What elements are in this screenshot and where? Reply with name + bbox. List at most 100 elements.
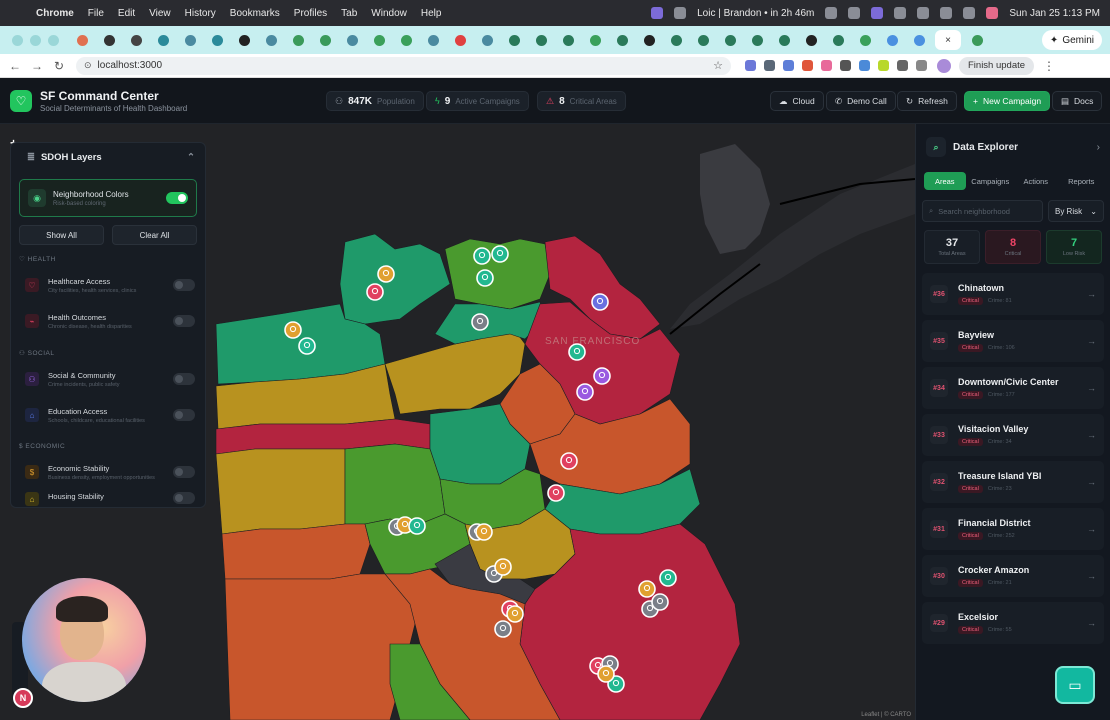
browser-tab[interactable] bbox=[125, 30, 147, 50]
neighborhood-shape[interactable] bbox=[344, 443, 446, 525]
extension-icon[interactable] bbox=[878, 60, 889, 71]
browser-tab[interactable] bbox=[908, 30, 930, 50]
neighborhood-shape[interactable] bbox=[221, 523, 371, 580]
area-list-item[interactable]: #31 Financial District Critical Crime: 252 → bbox=[922, 508, 1104, 550]
tab-campaigns[interactable]: Campaigns bbox=[970, 172, 1012, 190]
map-pin-icon[interactable] bbox=[476, 269, 494, 287]
map-pin-icon[interactable] bbox=[638, 580, 656, 598]
map-pin-icon[interactable] bbox=[576, 383, 594, 401]
menu-view[interactable]: View bbox=[149, 8, 171, 19]
economic-stability-toggle[interactable] bbox=[173, 466, 195, 478]
education-access-toggle[interactable] bbox=[173, 409, 195, 421]
health-outcomes-toggle[interactable] bbox=[173, 315, 195, 327]
browser-tab[interactable] bbox=[260, 30, 282, 50]
browser-tab[interactable] bbox=[341, 30, 363, 50]
browser-tab[interactable] bbox=[287, 30, 309, 50]
chevron-up-icon[interactable]: ⌃ bbox=[187, 152, 195, 163]
browser-tab[interactable] bbox=[692, 30, 714, 50]
menu-edit[interactable]: Edit bbox=[118, 8, 135, 19]
area-list-item[interactable]: #35 Bayview Critical Crime: 106 → bbox=[922, 320, 1104, 362]
browser-tab[interactable] bbox=[854, 30, 876, 50]
map-pin-icon[interactable] bbox=[651, 593, 669, 611]
browser-tab[interactable] bbox=[314, 30, 336, 50]
browser-tab[interactable] bbox=[584, 30, 606, 50]
layer-social-community[interactable]: ⚇ Social & Community Crime incidents, pub… bbox=[11, 361, 205, 397]
wifi-icon[interactable] bbox=[940, 7, 953, 19]
search-icon[interactable] bbox=[963, 7, 976, 19]
menu-app[interactable]: Chrome bbox=[36, 8, 74, 19]
neighborhood-colors-card[interactable]: ◉ Neighborhood Colors Risk-based colorin… bbox=[19, 179, 197, 217]
map-pin-icon[interactable] bbox=[591, 293, 609, 311]
map-attribution[interactable]: Leaflet | © CARTO bbox=[861, 712, 911, 718]
browser-tab[interactable] bbox=[503, 30, 525, 50]
extension-icon[interactable] bbox=[783, 60, 794, 71]
browser-tab[interactable] bbox=[827, 30, 849, 50]
extension-icon[interactable] bbox=[859, 60, 870, 71]
forward-icon[interactable]: → bbox=[30, 59, 44, 73]
extension-icon[interactable] bbox=[821, 60, 832, 71]
browser-tab[interactable] bbox=[98, 30, 120, 50]
menu-tab[interactable]: Tab bbox=[341, 8, 357, 19]
area-list-item[interactable]: #33 Visitacion Valley Critical Crime: 34 → bbox=[922, 414, 1104, 456]
refresh-button[interactable]: ↻ Refresh bbox=[897, 91, 957, 111]
map-pin-icon[interactable] bbox=[298, 337, 316, 355]
browser-tab[interactable] bbox=[530, 30, 552, 50]
circle-icon[interactable] bbox=[848, 7, 861, 19]
finish-update-button[interactable]: Finish update bbox=[959, 56, 1035, 75]
menu-help[interactable]: Help bbox=[421, 8, 442, 19]
area-list-item[interactable]: #36 Chinatown Critical Crime: 81 → bbox=[922, 273, 1104, 315]
reload-icon[interactable]: ↻ bbox=[52, 59, 66, 73]
area-list-item[interactable]: #30 Crocker Amazon Critical Crime: 21 → bbox=[922, 555, 1104, 597]
housing-stability-toggle[interactable] bbox=[173, 492, 195, 504]
tab-active[interactable]: × bbox=[935, 30, 961, 50]
siri-icon[interactable] bbox=[986, 7, 999, 19]
browser-tab[interactable] bbox=[233, 30, 255, 50]
bookmark-star-icon[interactable]: ☆ bbox=[713, 59, 723, 72]
layer-healthcare-access[interactable]: ♡ Healthcare Access City facilities, heal… bbox=[11, 267, 205, 303]
area-list-item[interactable]: #34 Downtown/Civic Center Critical Crime: 1… bbox=[922, 367, 1104, 409]
site-info-icon[interactable]: ⊙ bbox=[84, 60, 92, 71]
close-tab-icon[interactable]: × bbox=[945, 35, 951, 46]
profile-avatar[interactable] bbox=[937, 58, 951, 73]
minimize-window-icon[interactable] bbox=[30, 34, 41, 46]
gemini-button[interactable]: ✦ Gemini bbox=[1041, 30, 1102, 50]
battery-icon[interactable] bbox=[917, 7, 930, 19]
calendar-icon[interactable] bbox=[674, 7, 687, 19]
map-pin-icon[interactable] bbox=[366, 283, 384, 301]
map-pin-icon[interactable] bbox=[475, 523, 493, 541]
extension-icon[interactable] bbox=[764, 60, 775, 71]
play-icon[interactable] bbox=[894, 7, 907, 19]
grid-icon[interactable] bbox=[825, 7, 838, 19]
browser-tab[interactable] bbox=[71, 30, 93, 50]
cloud-button[interactable]: ☁ Cloud bbox=[770, 91, 824, 111]
map-pin-icon[interactable] bbox=[377, 265, 395, 283]
search-neighborhood-input[interactable]: ⌕ Search neighborhood bbox=[922, 200, 1043, 222]
map-pin-icon[interactable] bbox=[473, 247, 491, 265]
show-all-button[interactable]: Show All bbox=[19, 225, 104, 245]
map-pin-icon[interactable] bbox=[471, 313, 489, 331]
extension-icon[interactable] bbox=[745, 60, 756, 71]
new-campaign-button[interactable]: + New Campaign bbox=[964, 91, 1051, 111]
browser-tab[interactable] bbox=[719, 30, 741, 50]
browser-tab[interactable] bbox=[395, 30, 417, 50]
user-badge[interactable]: N bbox=[13, 688, 33, 708]
tab-reports[interactable]: Reports bbox=[1061, 172, 1103, 190]
browser-tab[interactable] bbox=[746, 30, 768, 50]
menu-history[interactable]: History bbox=[185, 8, 216, 19]
layer-education-access[interactable]: ⌂ Education Access Schools, childcare, ed… bbox=[11, 397, 205, 433]
browser-tab[interactable] bbox=[638, 30, 660, 50]
extension-icon[interactable] bbox=[802, 60, 813, 71]
clock[interactable]: Sun Jan 25 1:13 PM bbox=[1009, 8, 1100, 19]
map-pin-icon[interactable] bbox=[494, 620, 512, 638]
map-pin-icon[interactable] bbox=[494, 558, 512, 576]
demo-call-button[interactable]: ✆ Demo Call bbox=[826, 91, 896, 111]
map-pin-icon[interactable] bbox=[408, 517, 426, 535]
address-bar[interactable]: ⊙ localhost:3000 ☆ bbox=[76, 56, 731, 75]
neighborhood-colors-toggle[interactable] bbox=[166, 192, 188, 204]
browser-tab[interactable] bbox=[611, 30, 633, 50]
browser-tab[interactable] bbox=[800, 30, 822, 50]
browser-tab[interactable] bbox=[773, 30, 795, 50]
browser-tab[interactable] bbox=[152, 30, 174, 50]
layer-health-outcomes[interactable]: ⌁ Health Outcomes Chronic disease, health… bbox=[11, 303, 205, 339]
back-icon[interactable]: ← bbox=[8, 59, 22, 73]
